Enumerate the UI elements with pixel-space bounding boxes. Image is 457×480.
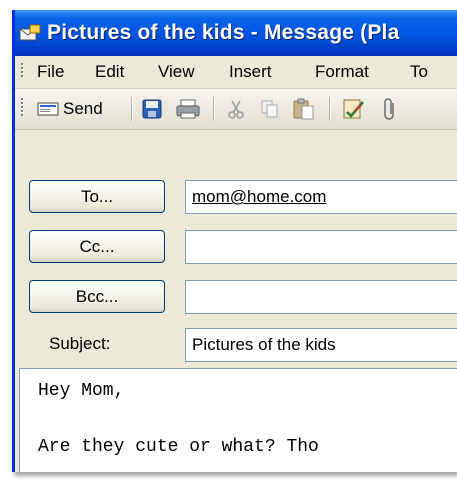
message-header-form: To... mom@home.com Cc... Bcc... Subject:… xyxy=(15,130,457,472)
message-envelope-icon xyxy=(19,24,41,41)
toolbar: Send xyxy=(15,89,457,130)
send-label: Send xyxy=(63,99,103,118)
cc-button-label: Cc... xyxy=(79,236,115,256)
to-button[interactable]: To... xyxy=(29,180,165,213)
attach-button[interactable] xyxy=(381,96,399,122)
cut-button[interactable] xyxy=(225,96,247,122)
address-book-check-icon xyxy=(343,99,364,119)
to-field[interactable]: mom@home.com xyxy=(185,180,457,214)
body-line-3: Are they cute or what? Tho xyxy=(38,437,319,457)
menu-edit[interactable]: Edit xyxy=(95,62,124,82)
menu-file-label: File xyxy=(37,62,65,81)
save-icon xyxy=(142,99,162,119)
body-line-1: Hey Mom, xyxy=(38,381,125,401)
menu-insert[interactable]: Insert xyxy=(229,62,272,82)
check-names-button[interactable] xyxy=(341,96,367,122)
paste-button[interactable] xyxy=(291,96,317,122)
send-icon xyxy=(37,102,59,116)
message-window: Pictures of the kids - Message (Pla File… xyxy=(12,10,457,472)
bcc-button[interactable]: Bcc... xyxy=(29,280,165,313)
subject-label: Subject: xyxy=(49,334,111,353)
copy-button[interactable] xyxy=(259,96,281,122)
cc-field[interactable] xyxy=(185,230,457,264)
menu-view-label: View xyxy=(158,62,195,81)
toolbar-separator xyxy=(329,97,330,121)
scissors-icon xyxy=(228,100,244,119)
menu-insert-label: Insert xyxy=(229,62,272,81)
menu-bar: File Edit View Insert Format To xyxy=(15,56,457,89)
copy-icon xyxy=(261,100,278,118)
body-line-2: ​ xyxy=(38,405,457,433)
to-button-label: To... xyxy=(80,186,114,206)
bcc-button-label: Bcc... xyxy=(75,286,119,306)
paperclip-icon xyxy=(384,98,394,120)
toolbar-separator xyxy=(131,97,132,121)
toolbar-grip[interactable] xyxy=(21,98,24,118)
toolbar-separator xyxy=(213,97,214,121)
print-button[interactable] xyxy=(175,96,201,122)
window-title: Pictures of the kids - Message (Pla xyxy=(47,21,400,44)
menu-tools-label: To xyxy=(410,62,428,81)
cc-button[interactable]: Cc... xyxy=(29,230,165,263)
message-body[interactable]: Hey Mom, ​ Are they cute or what? Tho xyxy=(19,368,457,472)
send-button[interactable]: Send xyxy=(37,96,103,122)
menu-tools[interactable]: To xyxy=(410,62,428,82)
paste-icon xyxy=(293,98,314,120)
menu-file[interactable]: File xyxy=(37,62,64,82)
menu-view[interactable]: View xyxy=(158,62,195,82)
title-bar[interactable]: Pictures of the kids - Message (Pla xyxy=(15,10,457,56)
menu-format-label: Format xyxy=(315,62,369,81)
menu-edit-label: Edit xyxy=(95,62,125,81)
bcc-field[interactable] xyxy=(185,280,457,314)
save-button[interactable] xyxy=(141,96,163,122)
subject-field[interactable]: Pictures of the kids xyxy=(185,328,457,362)
menu-grip[interactable] xyxy=(21,63,24,79)
print-icon xyxy=(176,99,200,119)
menu-format[interactable]: Format xyxy=(315,62,369,82)
